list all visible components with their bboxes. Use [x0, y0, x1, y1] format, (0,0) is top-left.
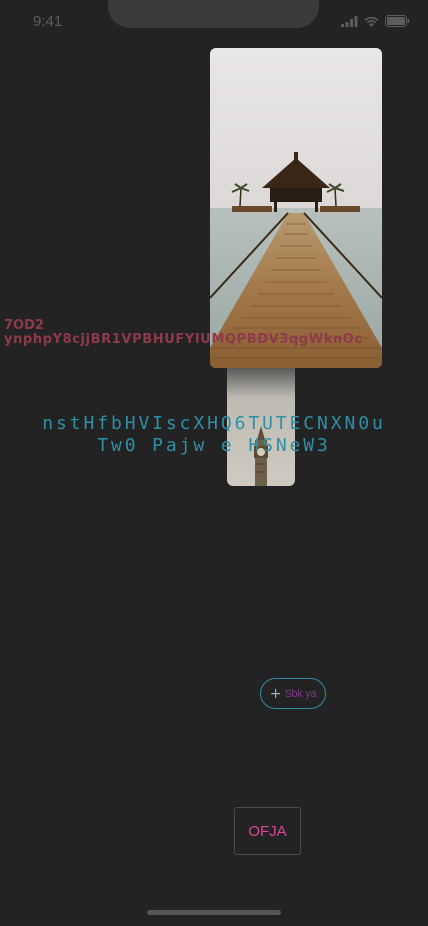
red-text-line2: ynphpY8cjjBR1VPBHUFYIUMQPBDV3qgWknOc [4, 332, 363, 347]
home-indicator[interactable] [147, 910, 281, 915]
ofja-button-label: OFJA [248, 822, 287, 840]
wifi-icon [364, 16, 379, 27]
add-pill-button[interactable]: + Sbk ya [260, 678, 326, 709]
signal-icon [341, 15, 358, 27]
battery-icon [385, 15, 410, 27]
pill-button-label: Sbk ya [284, 687, 317, 700]
ofja-button[interactable]: OFJA [234, 807, 301, 855]
notch [108, 0, 319, 28]
red-text-line1: 7OD2 [4, 319, 44, 333]
teal-text-block: nstHfbHVIscXHQ6TUTECNXN0u Tw0 Pajw e HSN… [0, 413, 428, 457]
teal-text-line2: Tw0 Pajw e HSNeW3 [97, 435, 331, 456]
plus-icon: + [269, 685, 282, 702]
status-time: 9:41 [33, 13, 63, 30]
status-icons [341, 15, 410, 27]
teal-text-line1: nstHfbHVIscXHQ6TUTECNXN0u [42, 413, 386, 434]
red-text-block: 7OD2 ynphpY8cjjBR1VPBHUFYIUMQPBDV3qgWknO… [4, 319, 382, 347]
